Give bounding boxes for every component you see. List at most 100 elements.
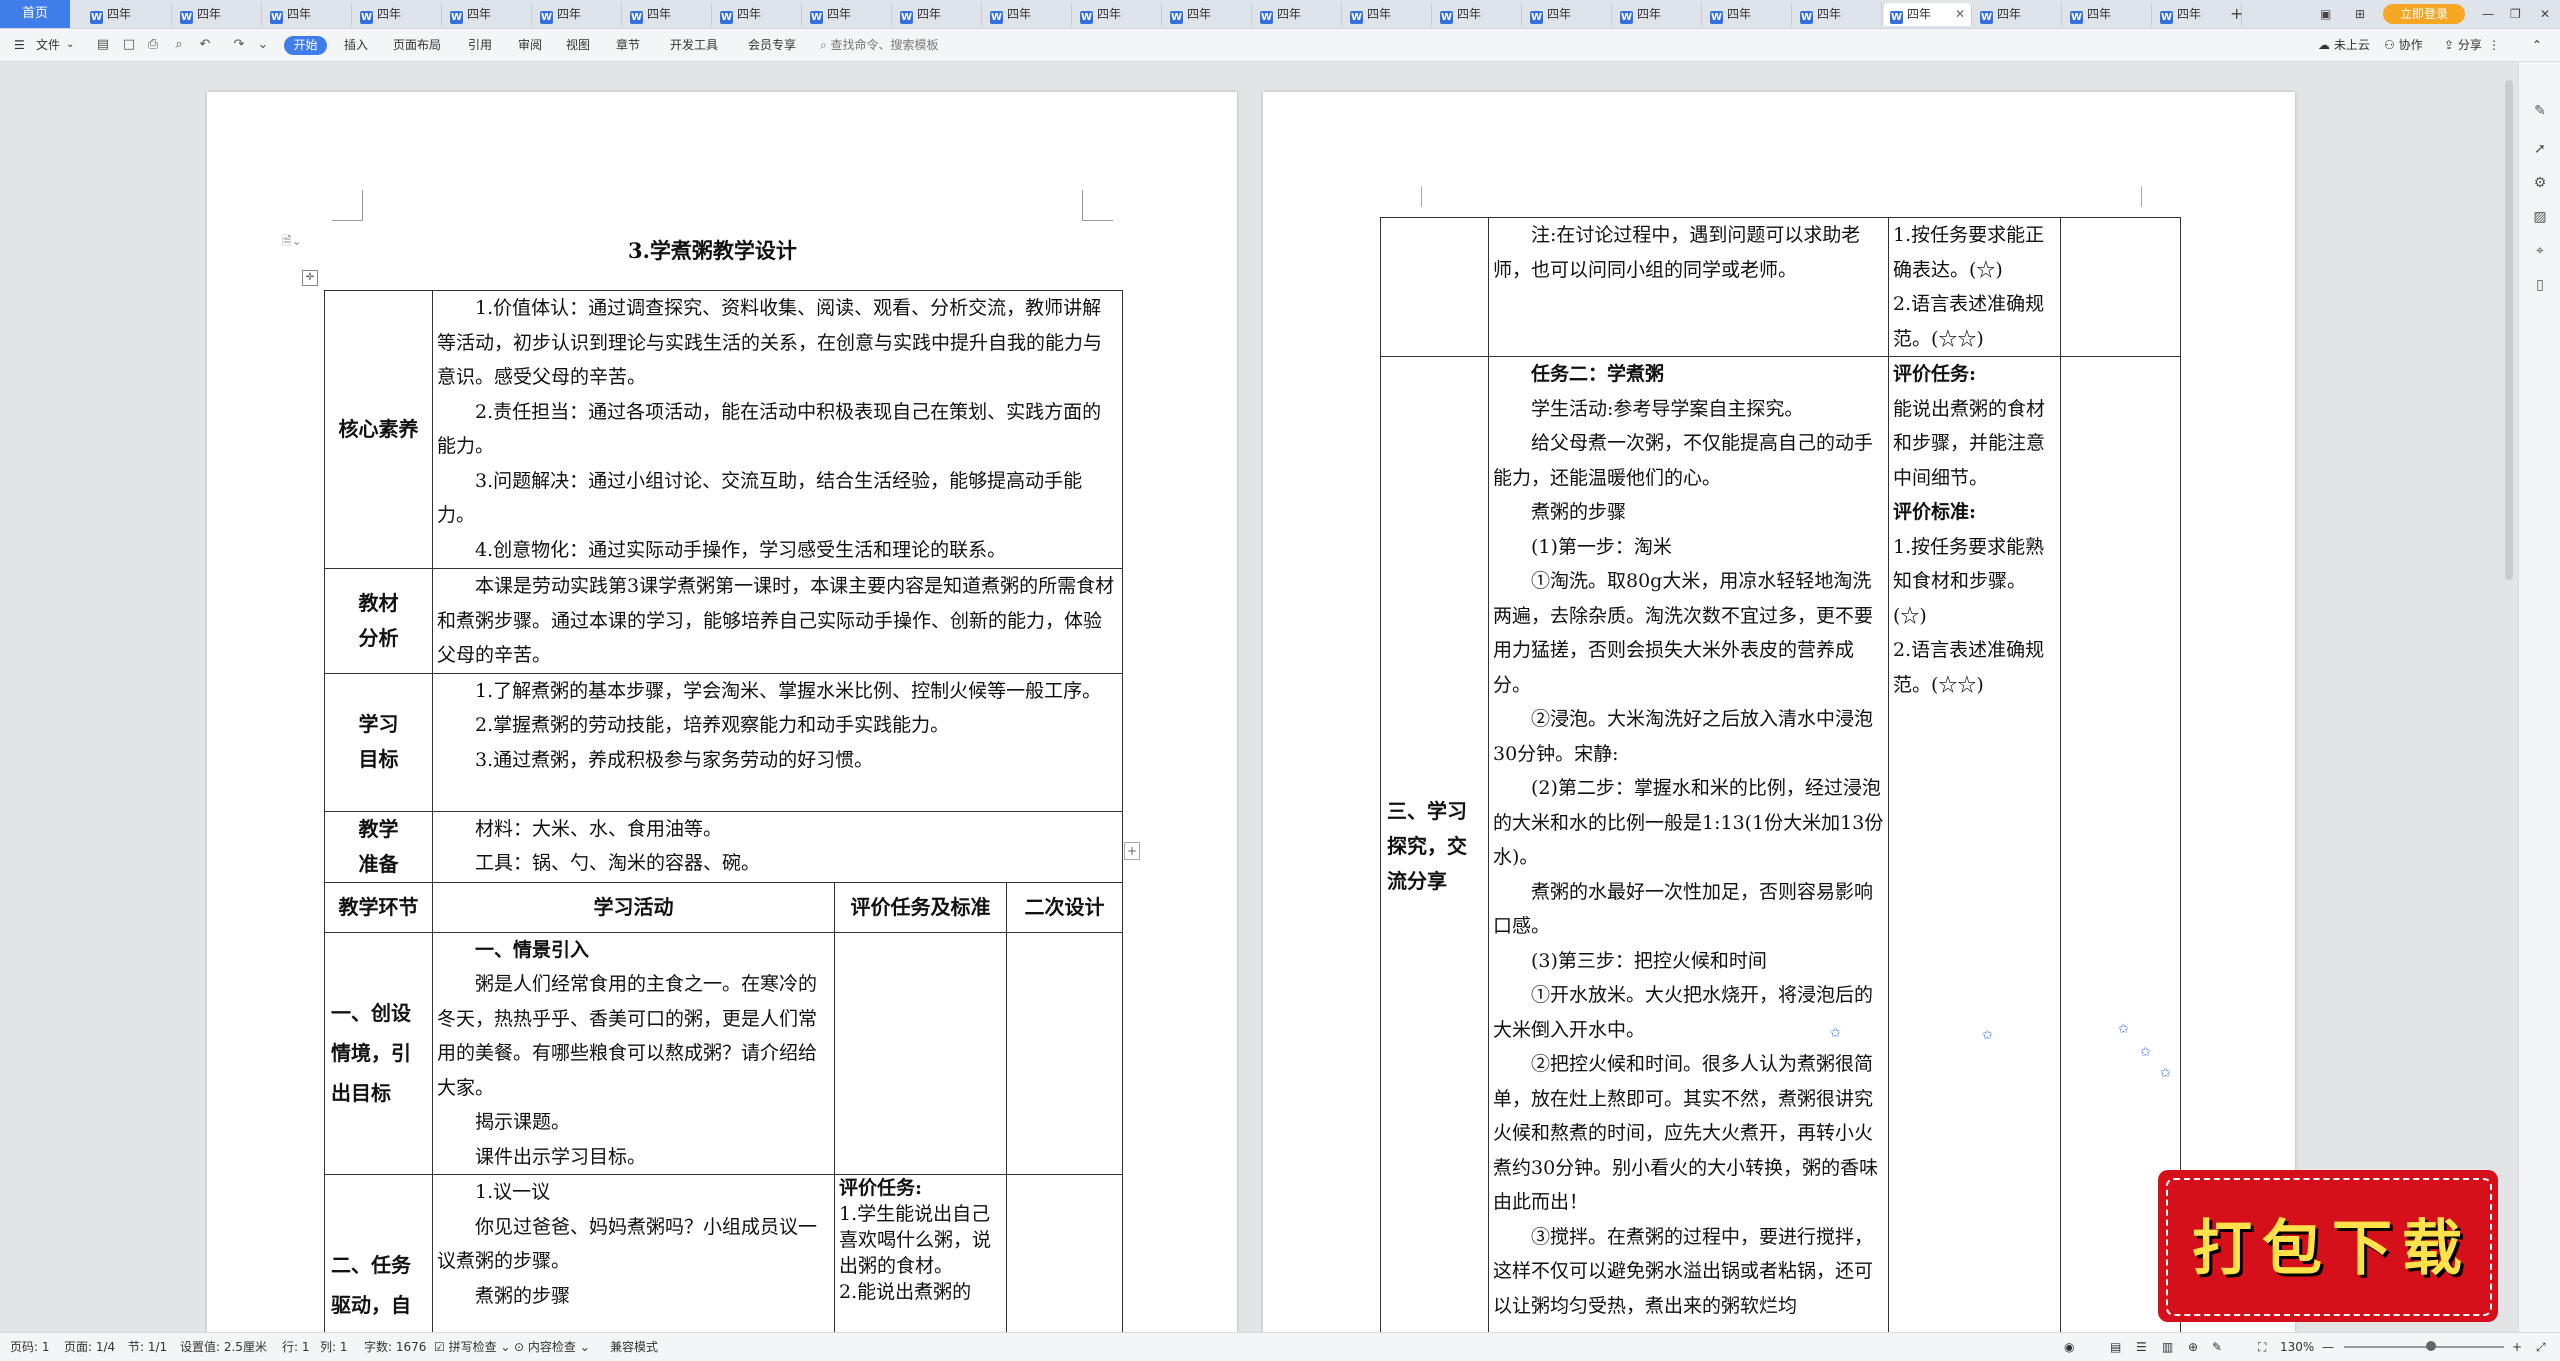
- menu-7[interactable]: 开发工具: [670, 29, 718, 61]
- zoom-slider[interactable]: [2344, 1346, 2504, 1348]
- vertical-scrollbar[interactable]: [2505, 80, 2513, 580]
- layout-icon[interactable]: ▣: [2320, 0, 2331, 28]
- material-content[interactable]: 本课是劳动实践第3课学煮粥第一课时，本课主要内容是知道煮粥的所需食材和煮粥步骤。…: [431, 568, 1124, 674]
- status-pages[interactable]: 页面: 1/4: [64, 1333, 115, 1361]
- hamburger-icon[interactable]: ☰: [14, 29, 25, 61]
- menu-5[interactable]: 视图: [566, 29, 590, 61]
- fit-icon[interactable]: ⛶: [2258, 1333, 2266, 1361]
- document-icon[interactable]: 🗎⌄: [282, 232, 302, 253]
- document-tab[interactable]: W 四年 ✕: [1884, 3, 1972, 26]
- document-tab[interactable]: W 四年: [174, 3, 262, 26]
- add-tab-button[interactable]: +: [2230, 0, 2243, 28]
- document-tab[interactable]: W 四年: [624, 3, 712, 26]
- eye-icon[interactable]: ◉: [2064, 1333, 2074, 1361]
- document-tab[interactable]: W 四年: [354, 3, 442, 26]
- document-tab[interactable]: W 四年: [1614, 3, 1702, 26]
- menu-1[interactable]: 插入: [344, 29, 368, 61]
- stage2-activity[interactable]: 1.议一议 你见过爸爸、妈妈煮粥吗？小组成员议一议煮粥的步骤。 煮粥的步骤: [432, 1174, 835, 1335]
- prep-content[interactable]: 材料：大米、水、食用油等。 工具：锅、勺、淘米的容器、碗。: [431, 810, 1124, 883]
- status-wordcount[interactable]: 字数: 1676: [364, 1333, 426, 1361]
- row2-activity[interactable]: 任务二：学煮粥 学生活动:参考导学案自主探究。 给父母煮一次粥，不仅能提高自己的…: [1488, 356, 1889, 1337]
- status-col[interactable]: 列: 1: [320, 1333, 348, 1361]
- new-icon[interactable]: □: [122, 38, 136, 52]
- row1-stage[interactable]: [1380, 217, 1489, 357]
- document-tab[interactable]: W 四年: [1074, 3, 1162, 26]
- image-icon[interactable]: ▨: [2531, 208, 2549, 226]
- zoom-in-icon[interactable]: +: [2512, 1333, 2522, 1361]
- book-icon[interactable]: ▯: [2531, 276, 2549, 294]
- stage1-activity[interactable]: 一、情景引入 粥是人们经常食用的主食之一。在寒冷的冬天，热热乎乎、香美可口的粥，…: [432, 931, 835, 1175]
- fullscreen-icon[interactable]: ⤢: [2536, 1333, 2546, 1361]
- core-content[interactable]: 1.价值体认：通过调查探究、资料收集、阅读、观看、分析交流，教师讲解等活动，初步…: [431, 290, 1124, 569]
- status-row[interactable]: 行: 1: [282, 1333, 310, 1361]
- download-banner[interactable]: 打包下载: [2158, 1170, 2498, 1322]
- tab-close-icon[interactable]: ✕: [1955, 3, 1965, 26]
- collab-button[interactable]: ⚇ 协作: [2384, 29, 2423, 61]
- menu-4[interactable]: 审阅: [518, 29, 542, 61]
- pen-icon[interactable]: ✎: [2531, 102, 2549, 120]
- login-button[interactable]: 立即登录: [2383, 4, 2465, 24]
- document-tab[interactable]: W 四年: [984, 3, 1072, 26]
- document-tab[interactable]: W 四年: [84, 3, 172, 26]
- document-tab[interactable]: W 四年: [1164, 3, 1252, 26]
- menu-0[interactable]: 开始: [284, 36, 327, 55]
- document-tab[interactable]: W 四年: [714, 3, 802, 26]
- document-tab[interactable]: W 四年: [1704, 3, 1792, 26]
- redo-icon[interactable]: ↷: [232, 38, 246, 52]
- status-section[interactable]: 节: 1/1: [128, 1333, 167, 1361]
- spellcheck-button[interactable]: ☑ 拼写检查 ⌄: [434, 1333, 510, 1361]
- row2-eval[interactable]: 评价任务: 能说出煮粥的食材和步骤，并能注意中间细节。 评价标准: 1.按任务要…: [1888, 356, 2061, 1337]
- add-column-handle[interactable]: +: [1124, 842, 1140, 860]
- document-tab[interactable]: W 四年: [1254, 3, 1342, 26]
- restore-icon[interactable]: ❐: [2510, 0, 2521, 28]
- zoom-slider-knob[interactable]: [2426, 1341, 2436, 1351]
- page-view-icon[interactable]: ▤: [2110, 1333, 2121, 1361]
- document-tab[interactable]: W 四年: [1434, 3, 1522, 26]
- command-search[interactable]: ⌕ 查找命令、搜索模板: [820, 29, 939, 61]
- preview-icon[interactable]: ⌕: [172, 38, 186, 52]
- settings-icon[interactable]: ⚙: [2531, 174, 2549, 192]
- menu-6[interactable]: 章节: [616, 29, 640, 61]
- status-setting[interactable]: 设置值: 2.5厘米: [180, 1333, 267, 1361]
- quick-access-icon[interactable]: ⌄: [256, 38, 270, 52]
- collapse-ribbon-icon[interactable]: ⌃: [2532, 29, 2542, 61]
- zoom-level[interactable]: 130%: [2280, 1333, 2314, 1361]
- document-tab[interactable]: W 四年: [1794, 3, 1882, 26]
- menu-2[interactable]: 页面布局: [393, 29, 441, 61]
- status-page-num[interactable]: 页码: 1: [10, 1333, 50, 1361]
- zoom-out-icon[interactable]: —: [2322, 1333, 2334, 1361]
- stage2-eval[interactable]: 评价任务: 1.学生能说出自己喜欢喝什么粥，说出粥的食材。 2.能说出煮粥的: [834, 1174, 1007, 1335]
- chevron-down-icon[interactable]: ⌄: [66, 29, 74, 61]
- print-icon[interactable]: ⎙: [146, 38, 160, 52]
- close-icon[interactable]: ✕: [2540, 0, 2550, 28]
- save-icon[interactable]: ▤: [96, 38, 110, 52]
- web-view-icon[interactable]: ⊕: [2188, 1333, 2198, 1361]
- stage2-redesign[interactable]: [1005, 1174, 1124, 1335]
- document-tab[interactable]: W 四年: [1524, 3, 1612, 26]
- list-view-icon[interactable]: ☰: [2136, 1333, 2147, 1361]
- row1-eval[interactable]: 1.按任务要求能正确表达。(☆) 2.语言表述准确规范。(☆☆): [1888, 217, 2061, 357]
- document-tab[interactable]: W 四年: [264, 3, 352, 26]
- compat-mode[interactable]: 兼容模式: [610, 1333, 658, 1361]
- document-tab[interactable]: W 四年: [2154, 3, 2242, 26]
- document-tab[interactable]: W 四年: [2064, 3, 2152, 26]
- document-tab[interactable]: W 四年: [444, 3, 532, 26]
- row1-activity[interactable]: 注:在讨论过程中，遇到问题可以求助老师，也可以问同小组的同学或老师。: [1488, 217, 1889, 357]
- cursor-icon[interactable]: ➚: [2531, 140, 2549, 158]
- stage1-eval[interactable]: [834, 931, 1007, 1175]
- content-check-button[interactable]: ⊙ 内容检查 ⌄: [514, 1333, 590, 1361]
- grid-icon[interactable]: ⊞: [2355, 0, 2365, 28]
- document-tab[interactable]: W 四年: [534, 3, 622, 26]
- document-tab[interactable]: W 四年: [804, 3, 892, 26]
- menu-3[interactable]: 引用: [468, 29, 492, 61]
- document-tab[interactable]: W 四年: [894, 3, 982, 26]
- edit-view-icon[interactable]: ✎: [2212, 1333, 2222, 1361]
- document-tab[interactable]: W 四年: [1974, 3, 2062, 26]
- undo-icon[interactable]: ↶: [198, 38, 212, 52]
- cloud-status[interactable]: ☁ 未上云: [2318, 29, 2370, 61]
- location-icon[interactable]: ⌖: [2531, 242, 2549, 260]
- minimize-icon[interactable]: —: [2482, 0, 2494, 28]
- document-tab[interactable]: W 四年: [1344, 3, 1432, 26]
- menu-8[interactable]: 会员专享: [748, 29, 796, 61]
- table-move-handle[interactable]: ✛: [302, 270, 318, 286]
